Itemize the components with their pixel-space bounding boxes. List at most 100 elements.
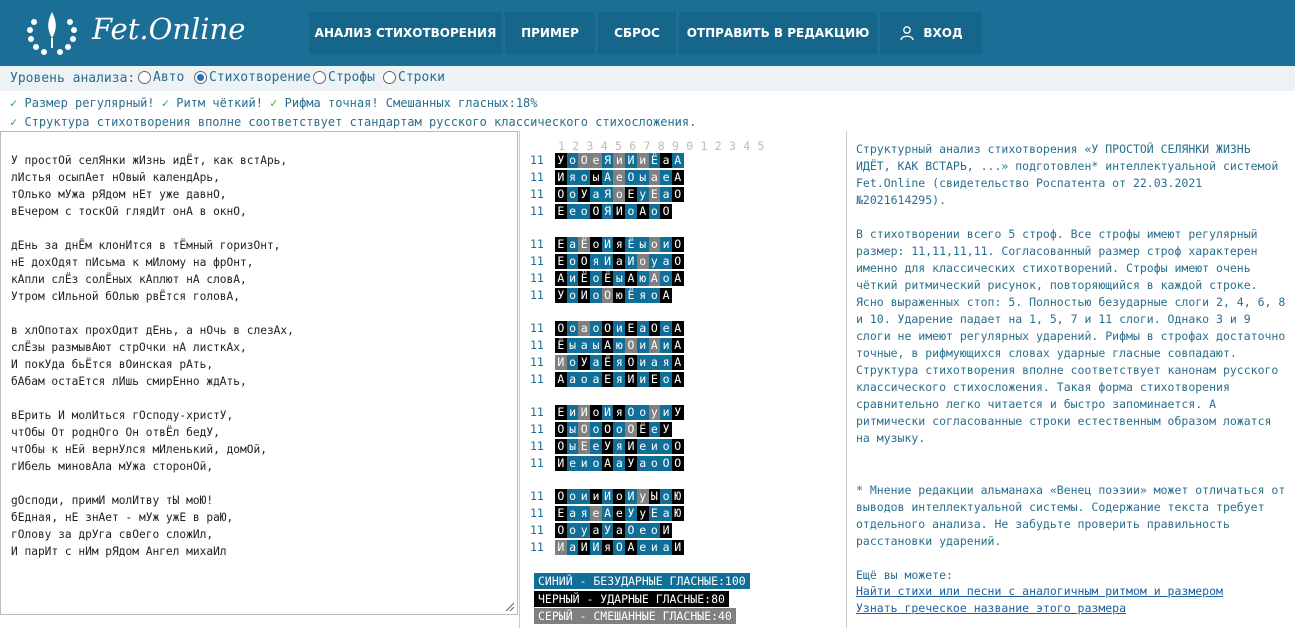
- row-syllable-count: 11: [530, 372, 544, 386]
- syllable-cell: о: [648, 203, 661, 219]
- syllable-cell: я: [613, 404, 626, 420]
- syllable-cell: О: [601, 287, 614, 303]
- syllable-cell: а: [636, 320, 649, 336]
- syllable-ruler: 1 2 3 4 5 6 7 8 9 0 1 2 3 4 5: [558, 139, 765, 153]
- syllable-cell: е: [566, 203, 579, 219]
- syllable-cell: А: [671, 337, 684, 353]
- row-cells: ЕоОяИаИоуаО: [555, 253, 684, 269]
- nav-reset-button[interactable]: СБРОС: [598, 12, 676, 54]
- syllable-cell: и: [636, 354, 649, 370]
- nav-submit-button[interactable]: ОТПРАВИТЬ В РЕДАКЦИЮ: [679, 12, 877, 54]
- syllable-cell: а: [648, 169, 661, 185]
- grid-row: 11 Еа Ёо Ия Ёы о и О: [530, 236, 684, 252]
- radio-stanzas[interactable]: Строфы: [313, 70, 375, 85]
- syllable-cell: Е: [601, 371, 614, 387]
- row-syllable-count: 11: [530, 456, 544, 470]
- row-cells: ОыОоОоОЁеУ: [555, 421, 672, 437]
- resize-handle-icon[interactable]: [505, 602, 515, 612]
- row-cells: УоОеЯиИиЁаА: [555, 152, 684, 168]
- syllable-cell: Я: [601, 186, 614, 202]
- check-icon: ✓: [161, 96, 169, 110]
- syllable-cell: Е: [578, 438, 591, 454]
- syllable-cell: Я: [601, 152, 614, 168]
- syllable-cell: у: [636, 488, 649, 504]
- syllable-cell: А: [671, 320, 684, 336]
- brand-title[interactable]: Fet.Online: [92, 12, 245, 46]
- poem-text[interactable]: У простОй селЯнки жИзнь идЁт, как встАрь…: [11, 152, 294, 560]
- syllable-cell: О: [625, 337, 637, 353]
- syllable-cell: А: [648, 270, 661, 286]
- user-icon: [900, 26, 914, 41]
- syllable-cell: ы: [566, 421, 579, 437]
- radio-poem-dot[interactable]: [194, 71, 207, 84]
- row-cells: ЕеоОЯИоАоО: [555, 203, 672, 219]
- syllable-cell: А: [660, 287, 672, 303]
- syllable-cell: о: [590, 404, 602, 420]
- syllable-cell: и: [578, 455, 591, 471]
- syllable-cell: О: [555, 438, 567, 454]
- syllable-cell: И: [601, 488, 614, 504]
- syllable-cell: и: [613, 152, 626, 168]
- syllable-cell: У: [578, 186, 591, 202]
- syllable-cell: ы: [566, 337, 579, 353]
- nav-example-button[interactable]: ПРИМЕР: [505, 12, 595, 54]
- syllable-cell: Ё: [601, 270, 614, 286]
- syllable-cell: о: [566, 320, 579, 336]
- syllable-cell: Ё: [636, 421, 649, 437]
- syllable-cell: Ё: [578, 236, 591, 252]
- syllable-cell: О: [601, 320, 614, 336]
- syllable-cell: Ё: [601, 354, 614, 370]
- grid-row: 11 Аа о а Ея Ии Ео А: [530, 371, 684, 387]
- syllable-cell: Е: [555, 203, 567, 219]
- syllable-cell: О: [555, 421, 567, 437]
- radio-poem[interactable]: Стихотворение: [194, 70, 311, 85]
- syllable-cell: и: [648, 539, 661, 555]
- greek-name-link[interactable]: Узнать греческое название этого размера: [856, 601, 1126, 615]
- syllable-cell: о: [566, 152, 579, 168]
- syllable-cell: о: [566, 253, 579, 269]
- find-similar-link[interactable]: Найти стихи или песни с аналогичным ритм…: [856, 584, 1223, 598]
- syllable-cell: У: [601, 522, 614, 538]
- radio-auto[interactable]: Авто: [138, 70, 184, 85]
- syllable-cell: О: [671, 253, 684, 269]
- row-cells: ИяоыАеОыаеА: [555, 169, 684, 185]
- radio-lines-dot[interactable]: [383, 71, 396, 84]
- radio-lines[interactable]: Строки: [383, 70, 445, 85]
- nav-login-button[interactable]: ВХОД: [880, 12, 982, 54]
- syllable-cell: Ю: [671, 505, 684, 521]
- syllable-cell: о: [566, 287, 579, 303]
- lyre-logo-icon[interactable]: [22, 8, 82, 58]
- syllable-cell: о: [648, 236, 661, 252]
- nav-analyze-button[interactable]: АНАЛИЗ СТИХОТВОРЕНИЯ: [309, 12, 502, 54]
- syllable-cell: о: [648, 522, 661, 538]
- syllable-cell: о: [578, 371, 591, 387]
- syllable-cell: и: [660, 236, 672, 252]
- radio-stanzas-dot[interactable]: [313, 71, 326, 84]
- check-icon: ✓: [270, 96, 278, 110]
- syllable-cell: я: [636, 287, 649, 303]
- syllable-cell: А: [555, 371, 567, 387]
- poem-textarea[interactable]: У простОй селЯнки жИзнь идЁт, как встАрь…: [0, 131, 518, 615]
- row-cells: ЕиИоИяОоуиУ: [555, 404, 684, 420]
- syllable-cell: А: [555, 270, 567, 286]
- syllable-cell: о: [636, 404, 649, 420]
- syllable-cell: у: [648, 253, 661, 269]
- row-syllable-count: 11: [530, 489, 544, 503]
- more-options-label: Ещё вы можете:: [856, 568, 953, 582]
- syllable-cell: е: [590, 438, 602, 454]
- syllable-cell: И: [578, 287, 591, 303]
- syllable-cell: о: [625, 203, 637, 219]
- row-cells: АиЁоЁыАюАоА: [555, 270, 684, 286]
- syllable-cell: о: [660, 371, 672, 387]
- radio-lines-label: Строки: [398, 70, 445, 85]
- radio-auto-dot[interactable]: [138, 71, 151, 84]
- syllable-cell: я: [566, 169, 579, 185]
- row-syllable-count: 11: [530, 405, 544, 419]
- syllable-cell: Ы: [648, 488, 661, 504]
- row-cells: ЕаяеАеУуЕаЮ: [555, 505, 684, 521]
- syllable-cell: Е: [648, 371, 661, 387]
- row-cells: УоИоОюЁяоА: [555, 287, 672, 303]
- syllable-cell: Е: [555, 505, 567, 521]
- syllable-cell: я: [613, 438, 626, 454]
- syllable-cell: о: [566, 354, 579, 370]
